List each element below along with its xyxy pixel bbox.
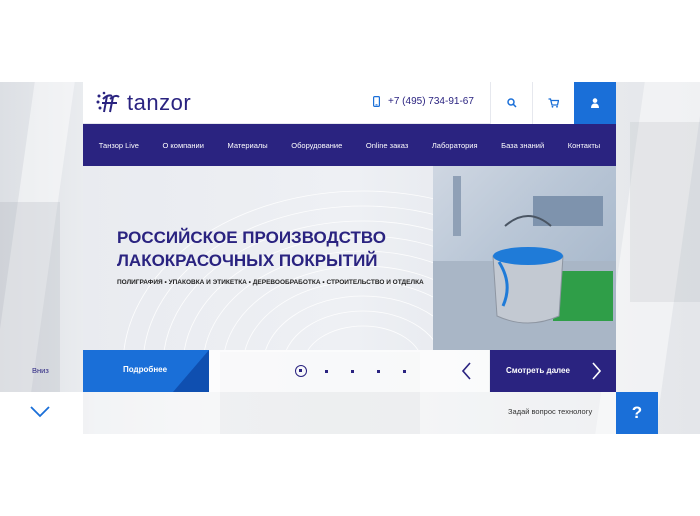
nav-item-online-order[interactable]: Online заказ xyxy=(366,141,408,150)
search-icon xyxy=(506,98,517,108)
chevron-down-icon xyxy=(30,406,50,418)
phone-number: +7 (495) 734-91-67 xyxy=(388,96,474,107)
phone-icon xyxy=(373,96,380,107)
nav-item-materials[interactable]: Материалы xyxy=(228,141,268,150)
see-more-label: Смотреть далее xyxy=(506,366,570,375)
nav-item-about[interactable]: О компании xyxy=(163,141,204,150)
hero-photo xyxy=(433,166,616,350)
tag-printing: ПОЛИГРАФИЯ xyxy=(117,279,163,286)
cart-button[interactable] xyxy=(532,82,574,124)
button-shade xyxy=(173,350,209,392)
cart-icon xyxy=(548,98,559,108)
paint-bucket-image xyxy=(433,176,616,350)
tag-woodworking: ДЕРЕВООБРАБОТКА xyxy=(252,279,321,286)
main-nav: Танзор Live О компании Материалы Оборудо… xyxy=(83,124,616,166)
hero-tags: ПОЛИГРАФИЯ • УПАКОВКА И ЭТИКЕТКА • ДЕРЕВ… xyxy=(117,279,424,286)
tag-packaging: УПАКОВКА И ЭТИКЕТКА xyxy=(168,279,247,286)
slider-dot[interactable] xyxy=(377,370,380,373)
hero-title: РОССИЙСКОЕ ПРОИЗВОДСТВО ЛАКОКРАСОЧНЫХ ПО… xyxy=(117,226,437,272)
logo-text: tanzor xyxy=(127,90,192,115)
nav-item-contacts[interactable]: Контакты xyxy=(568,141,600,150)
slider-dot[interactable] xyxy=(403,370,406,373)
hero-slide: РОССИЙСКОЕ ПРОИЗВОДСТВО ЛАКОКРАСОЧНЫХ ПО… xyxy=(83,166,616,350)
prev-arrow-icon[interactable] xyxy=(462,362,472,380)
nav-item-tanzor-live[interactable]: Танзор Live xyxy=(99,141,139,150)
scroll-down-label[interactable]: Вниз xyxy=(32,366,49,375)
search-button[interactable] xyxy=(490,82,532,124)
site-header: tanzor +7 (495) 734-91-67 xyxy=(83,82,616,124)
slider-dots xyxy=(209,350,489,392)
nav-item-laboratory[interactable]: Лаборатория xyxy=(432,141,478,150)
page: tanzor +7 (495) 734-91-67 Танзор Live О … xyxy=(0,0,700,516)
more-button[interactable]: Подробнее xyxy=(83,350,209,392)
next-arrow-icon xyxy=(592,362,601,380)
nav-item-equipment[interactable]: Оборудование xyxy=(291,141,342,150)
logo[interactable]: tanzor xyxy=(95,90,191,116)
ask-question-button[interactable]: ? xyxy=(616,392,658,434)
logo-mark-icon xyxy=(96,91,120,113)
see-more-button[interactable]: Смотреть далее xyxy=(490,350,616,392)
phone-link[interactable]: +7 (495) 734-91-67 xyxy=(373,96,474,107)
user-icon xyxy=(591,98,599,108)
slider-dot[interactable] xyxy=(351,370,354,373)
nav-item-knowledge-base[interactable]: База знаний xyxy=(501,141,544,150)
slider-dot-active[interactable] xyxy=(295,365,307,377)
more-button-label: Подробнее xyxy=(123,365,168,374)
hero-title-line-1: РОССИЙСКОЕ ПРОИЗВОДСТВО xyxy=(117,228,386,247)
tag-construction: СТРОИТЕЛЬСТВО И ОТДЕЛКА xyxy=(326,279,424,286)
scroll-down-panel[interactable] xyxy=(0,392,83,434)
hero-title-line-2: ЛАКОКРАСОЧНЫХ ПОКРЫТИЙ xyxy=(117,251,378,270)
account-button[interactable] xyxy=(574,82,616,124)
ask-technologist-label[interactable]: Задай вопрос технологу xyxy=(508,407,592,416)
slider-dot[interactable] xyxy=(325,370,328,373)
